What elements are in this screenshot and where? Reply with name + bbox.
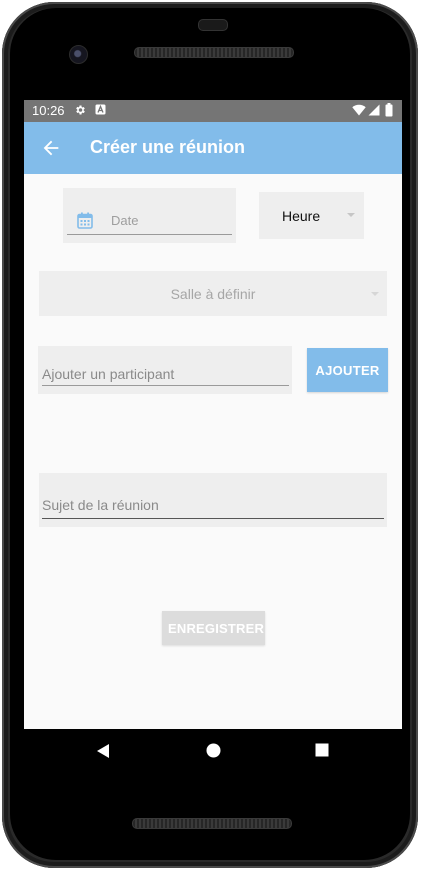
page-title: Créer une réunion xyxy=(90,137,246,157)
participant-input[interactable]: Ajouter un participant xyxy=(38,346,292,394)
battery-icon xyxy=(385,103,393,117)
heure-dropdown[interactable]: Heure xyxy=(259,192,364,239)
top-speaker-grille xyxy=(134,47,294,58)
nav-bar xyxy=(24,729,402,773)
status-bar: 10:26 xyxy=(24,100,402,122)
date-underline xyxy=(67,234,232,235)
heure-label: Heure xyxy=(282,208,321,224)
wifi-icon xyxy=(352,104,366,116)
date-field[interactable]: Date xyxy=(63,188,236,243)
sujet-input[interactable]: Sujet de la réunion xyxy=(39,473,387,527)
app-bar: Créer une réunion xyxy=(24,122,402,174)
save-button[interactable]: ENREGISTRER xyxy=(162,611,265,645)
chevron-down-icon xyxy=(347,213,355,217)
recents-square-icon[interactable] xyxy=(315,743,329,762)
sujet-placeholder: Sujet de la réunion xyxy=(42,497,159,513)
date-placeholder: Date xyxy=(111,213,139,228)
add-participant-button[interactable]: AJOUTER xyxy=(307,348,388,392)
a-notification-icon xyxy=(95,104,106,115)
back-triangle-icon[interactable] xyxy=(96,743,110,764)
participant-placeholder: Ajouter un participant xyxy=(42,366,175,382)
calendar-icon[interactable] xyxy=(77,212,93,229)
participant-underline xyxy=(42,385,289,386)
arrow-left-icon[interactable] xyxy=(40,137,62,159)
chevron-down-icon xyxy=(371,292,379,296)
signal-icon xyxy=(368,104,380,116)
salle-dropdown[interactable]: Salle à définir xyxy=(39,271,387,316)
status-time: 10:26 xyxy=(32,103,65,118)
settings-gear-icon xyxy=(74,104,86,116)
sujet-underline xyxy=(42,518,384,519)
front-camera xyxy=(69,45,88,64)
app-screen: 10:26 Créer une réunion Date Heure Salle… xyxy=(24,100,402,729)
home-circle-icon[interactable] xyxy=(206,743,221,763)
bottom-speaker-grille xyxy=(132,818,292,829)
salle-label: Salle à définir xyxy=(170,286,256,302)
earpiece xyxy=(198,19,228,31)
